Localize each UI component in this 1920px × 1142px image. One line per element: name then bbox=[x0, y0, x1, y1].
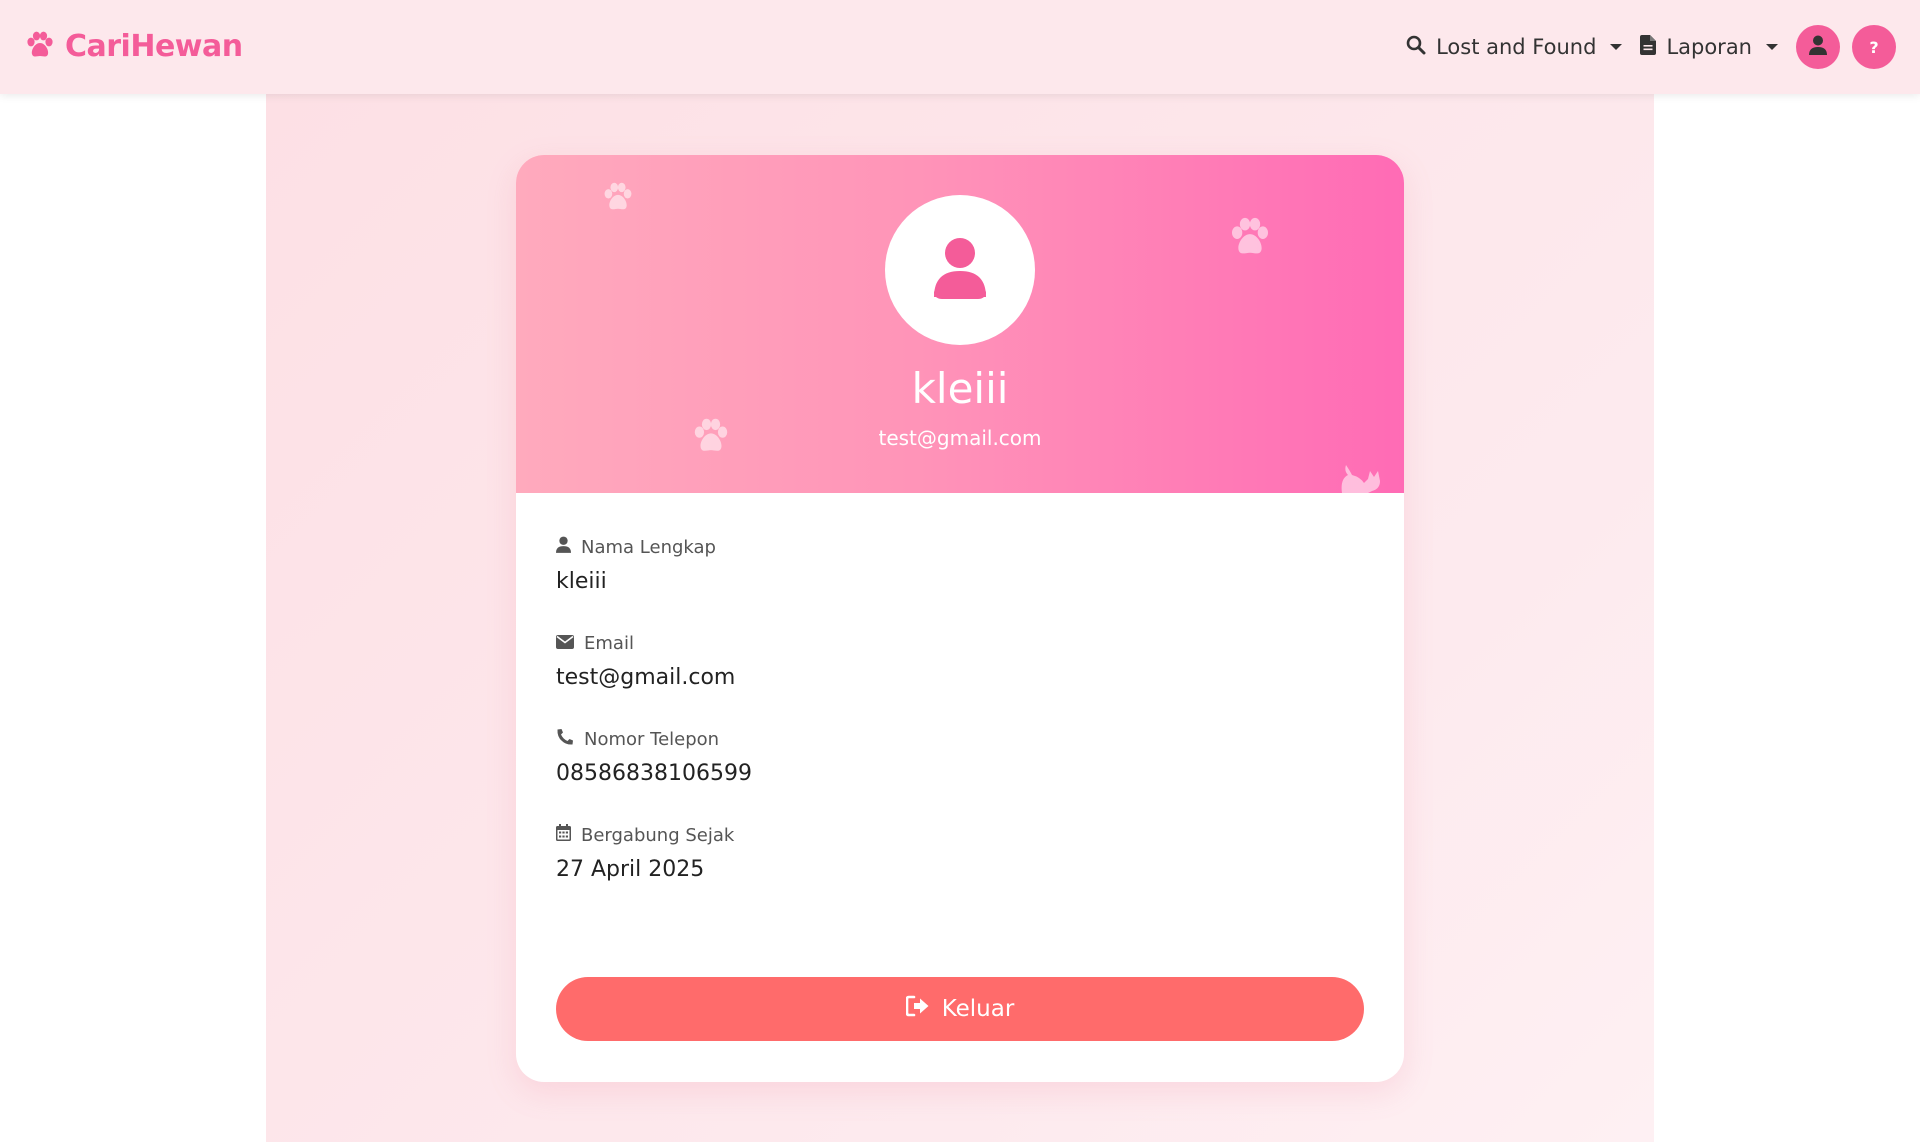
field-value: 27 April 2025 bbox=[556, 857, 705, 882]
lost-and-found-label: Lost and Found bbox=[1436, 35, 1597, 59]
paw-icon bbox=[25, 31, 55, 63]
sign-out-icon bbox=[905, 995, 930, 1023]
laporan-label: Laporan bbox=[1666, 35, 1752, 59]
lost-and-found-dropdown[interactable]: Lost and Found bbox=[1406, 35, 1623, 60]
user-icon bbox=[1809, 35, 1827, 59]
help-question-mark: ? bbox=[1869, 37, 1879, 57]
user-icon bbox=[556, 536, 571, 558]
field-label: Nama Lengkap bbox=[581, 536, 716, 558]
nav-menu: Lost and Found Laporan ? bbox=[1406, 25, 1896, 69]
field-label: Bergabung Sejak bbox=[581, 824, 735, 846]
profile-name: kleiii bbox=[911, 364, 1009, 413]
file-icon bbox=[1640, 34, 1657, 60]
navbar: CariHewan Lost and Found Laporan ? bbox=[0, 0, 1920, 94]
field-email: Email test@gmail.com bbox=[556, 631, 1364, 693]
envelope-icon bbox=[556, 633, 574, 654]
profile-button[interactable] bbox=[1796, 25, 1840, 69]
logout-button[interactable]: Keluar bbox=[556, 977, 1364, 1041]
brand-name: CariHewan bbox=[65, 29, 243, 64]
calendar-icon bbox=[556, 824, 571, 846]
field-label: Nomor Telepon bbox=[584, 728, 720, 750]
logout-label: Keluar bbox=[941, 996, 1015, 1022]
profile-card: kleiii test@gmail.com Nama Lengkap kleii… bbox=[516, 155, 1404, 1082]
search-icon bbox=[1406, 35, 1426, 60]
profile-email: test@gmail.com bbox=[878, 426, 1042, 450]
profile-card-header: kleiii test@gmail.com bbox=[516, 155, 1404, 493]
field-phone: Nomor Telepon 08586838106599 bbox=[556, 727, 1364, 789]
paw-decoration-icon bbox=[602, 182, 634, 216]
phone-icon bbox=[556, 728, 574, 751]
chevron-down-icon bbox=[1610, 44, 1623, 50]
field-value: 08586838106599 bbox=[556, 761, 752, 786]
cat-decoration-icon bbox=[1338, 461, 1384, 497]
field-joined: Bergabung Sejak 27 April 2025 bbox=[556, 823, 1364, 885]
help-button[interactable]: ? bbox=[1852, 25, 1896, 69]
laporan-dropdown[interactable]: Laporan bbox=[1640, 34, 1778, 60]
profile-details: Nama Lengkap kleiii Email test@gmail.com… bbox=[516, 493, 1404, 885]
field-value: test@gmail.com bbox=[556, 665, 736, 690]
field-full-name: Nama Lengkap kleiii bbox=[556, 535, 1364, 597]
paw-decoration-icon bbox=[1228, 217, 1272, 261]
brand-logo-link[interactable]: CariHewan bbox=[25, 29, 243, 64]
profile-avatar bbox=[885, 195, 1035, 345]
field-label: Email bbox=[584, 632, 634, 654]
chevron-down-icon bbox=[1766, 44, 1778, 50]
field-value: kleiii bbox=[556, 569, 607, 594]
user-icon bbox=[932, 237, 988, 303]
